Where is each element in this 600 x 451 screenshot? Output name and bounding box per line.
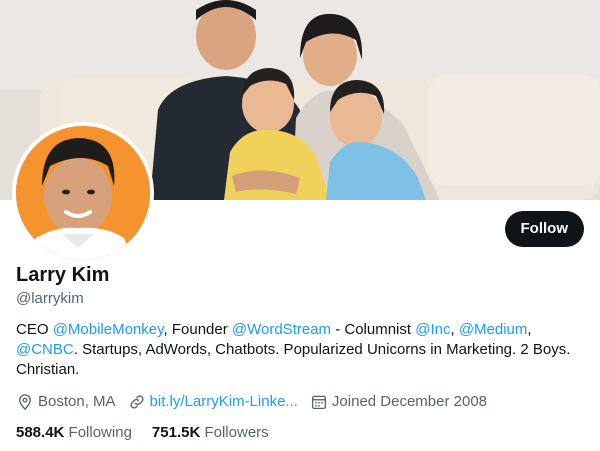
profile-meta: Boston, MA bit.ly/LarryKim-Linke... Join… xyxy=(16,392,499,412)
profile-stats: 588.4K Following 751.5K Followers xyxy=(16,423,289,443)
followers-stat[interactable]: 751.5K Followers xyxy=(152,423,269,443)
profile-name: Larry Kim xyxy=(16,264,110,286)
profile-bio: CEO @MobileMonkey, Founder @WordStream -… xyxy=(16,320,588,380)
followers-label: Followers xyxy=(204,424,269,441)
follow-button[interactable]: Follow xyxy=(504,211,584,247)
bio-text: , xyxy=(527,321,532,338)
location-item: Boston, MA xyxy=(16,392,116,412)
calendar-icon xyxy=(311,395,326,410)
website-link[interactable]: bit.ly/LarryKim-Linke... xyxy=(150,392,298,412)
followers-count: 751.5K xyxy=(151,424,201,441)
bio-text: . Startups, AdWords, Chatbots. Populariz… xyxy=(16,341,571,378)
website-item[interactable]: bit.ly/LarryKim-Linke... xyxy=(128,392,298,412)
avatar xyxy=(16,126,150,260)
bio-text: CEO xyxy=(16,321,53,338)
bio-text: , xyxy=(450,321,459,338)
following-label: Following xyxy=(68,424,132,441)
mention-link[interactable]: @WordStream xyxy=(232,321,331,338)
avatar-photo xyxy=(16,126,150,260)
following-count: 588.4K xyxy=(16,424,65,441)
mention-link[interactable]: @Medium xyxy=(459,321,528,338)
following-stat[interactable]: 588.4K Following xyxy=(16,423,132,443)
bio-text: - Columnist xyxy=(331,321,416,338)
joined-item: Joined December 2008 xyxy=(310,392,487,412)
mention-link[interactable]: @MobileMonkey xyxy=(53,321,164,338)
bio-text: , Founder xyxy=(163,321,232,338)
joined-text: Joined December 2008 xyxy=(331,393,488,410)
mention-link[interactable]: @CNBC xyxy=(16,341,74,358)
location-text: Boston, MA xyxy=(38,393,116,410)
location-pin-icon xyxy=(19,394,31,411)
avatar-frame[interactable] xyxy=(12,122,154,264)
link-icon xyxy=(129,395,144,409)
profile-handle: @larrykim xyxy=(16,290,84,307)
mention-link[interactable]: @Inc xyxy=(415,321,450,338)
